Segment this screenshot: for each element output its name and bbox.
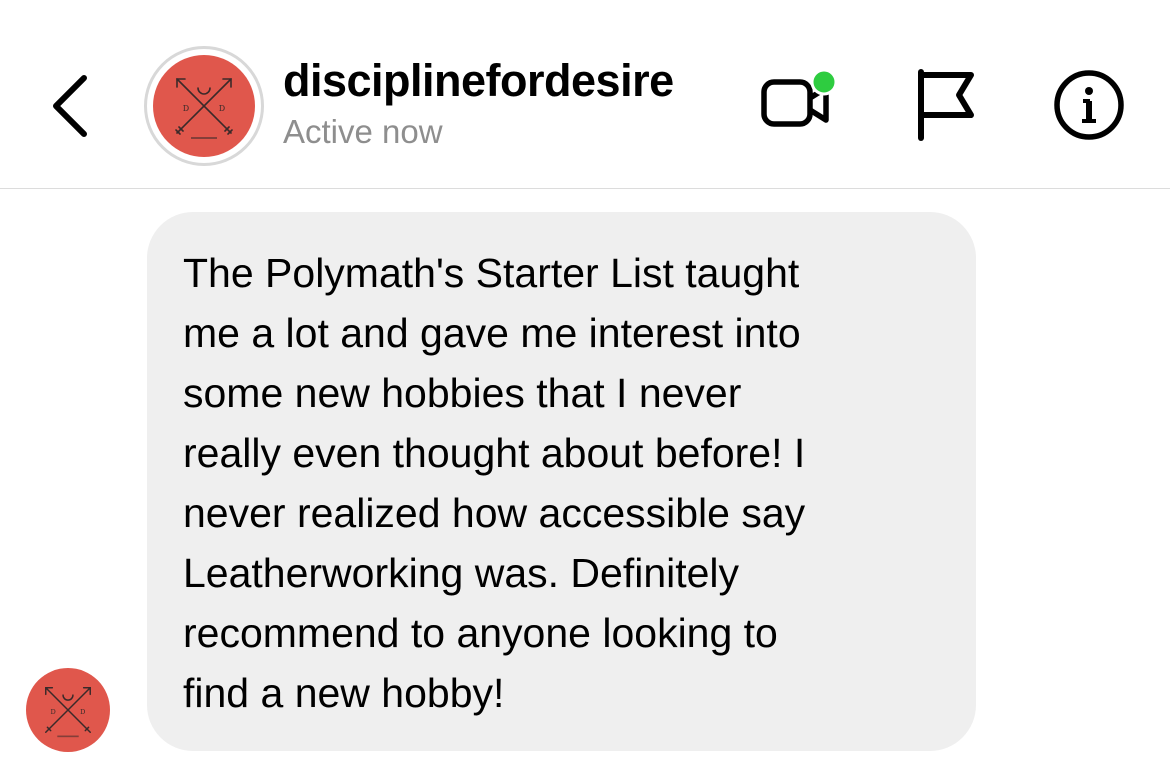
dm-thread-screen: D D disciplinefordesire Active now The P… [0,0,1170,780]
video-call-button[interactable] [760,68,844,140]
username: disciplinefordesire [283,55,674,106]
svg-text:D: D [51,708,56,716]
active-status: Active now [283,113,443,150]
flag-icon [918,69,974,141]
back-chevron-icon [53,75,87,137]
report-button[interactable] [912,66,980,144]
thread-header: D D disciplinefordesire Active now [0,0,1170,189]
crossed-arrows-logo-icon: D D [45,687,91,738]
svg-text:D: D [219,104,225,113]
video-camera-icon [761,68,838,127]
profile-avatar[interactable]: D D [144,46,264,166]
message-text: The Polymath's Starter List taught me a … [183,250,806,716]
svg-text:D: D [80,708,85,716]
active-indicator-dot [810,68,838,96]
user-info[interactable]: disciplinefordesire Active now [283,52,674,154]
brand-logo: D D [153,55,255,157]
back-button[interactable] [46,70,102,142]
info-button[interactable] [1052,68,1126,142]
crossed-arrows-logo-icon: D D [175,78,233,139]
info-icon [1054,70,1124,140]
sender-avatar[interactable]: D D [26,668,110,752]
message-bubble[interactable]: The Polymath's Starter List taught me a … [147,212,976,751]
svg-text:D: D [183,104,189,113]
